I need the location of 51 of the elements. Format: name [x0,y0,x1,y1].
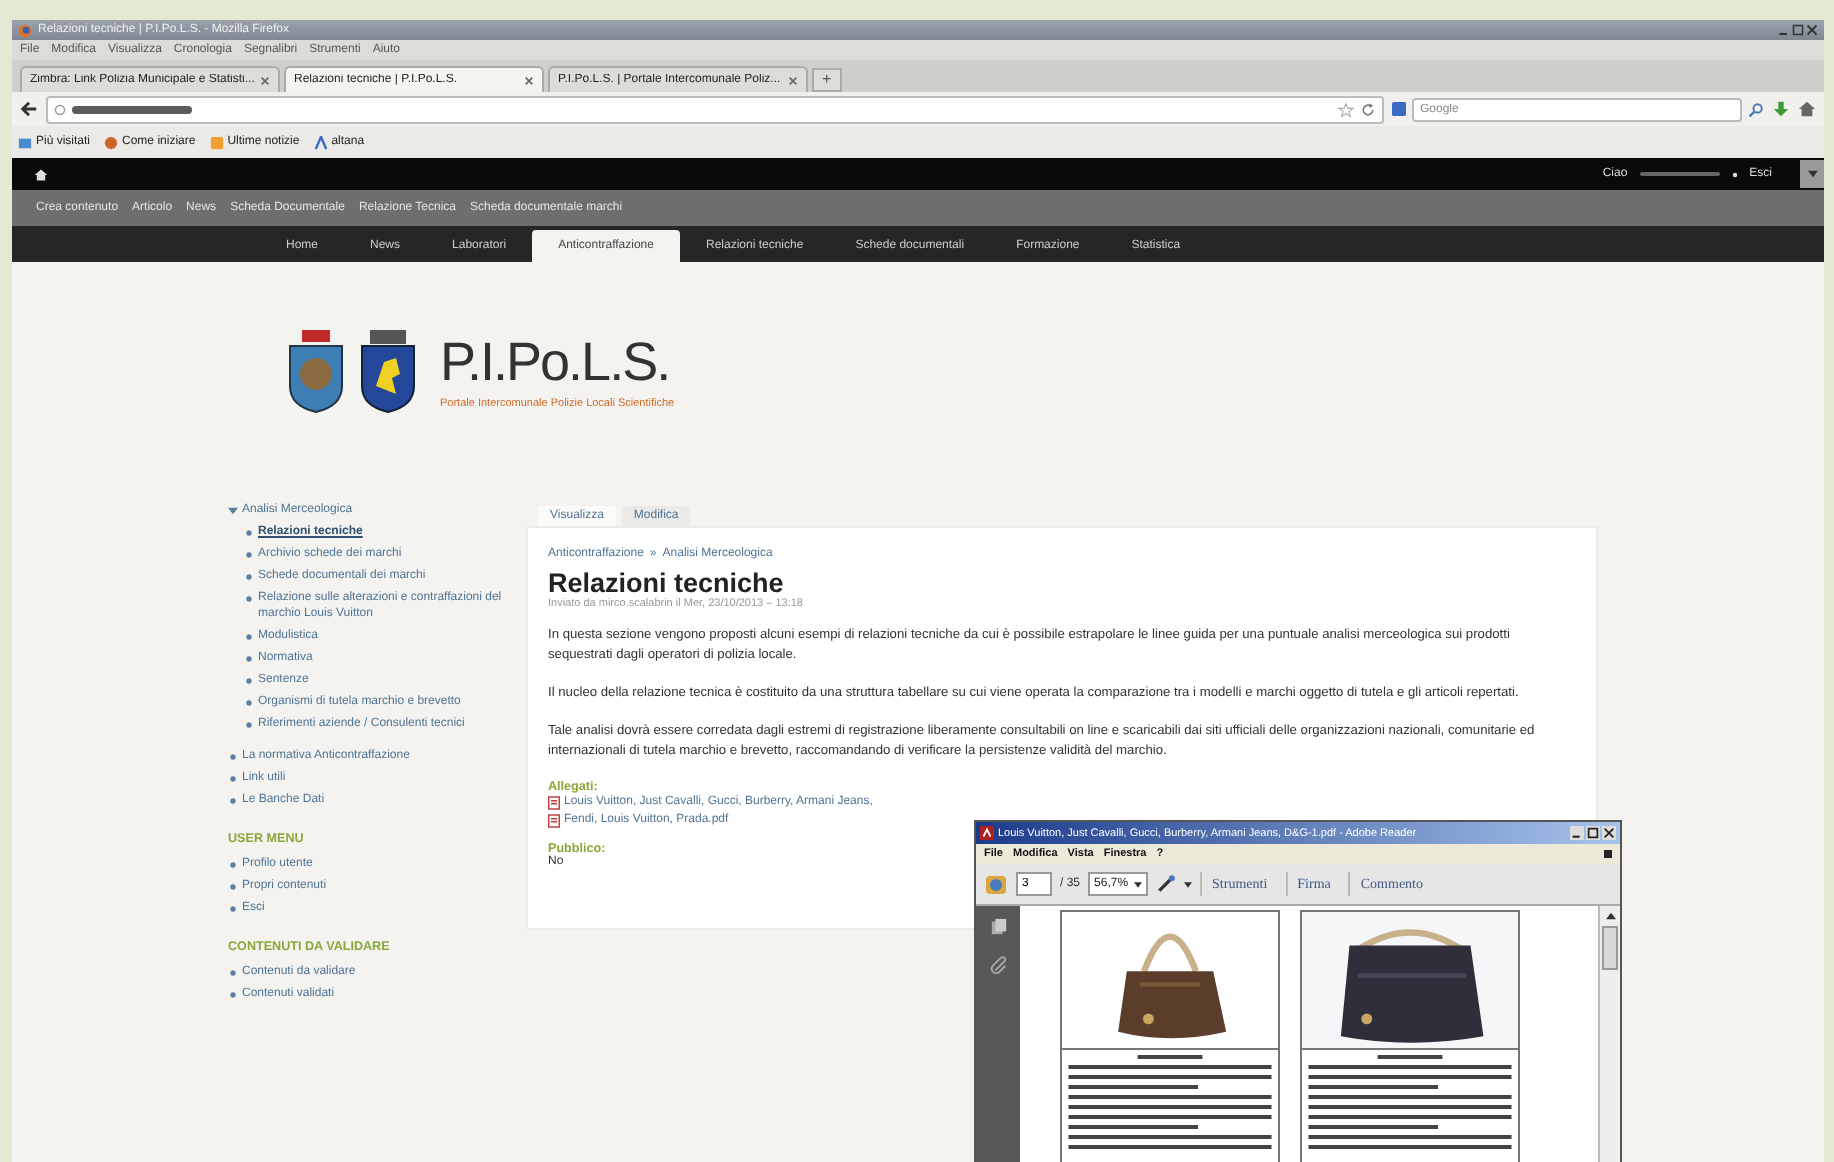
bullet-icon [244,675,254,685]
page-title: Relazioni tecniche [548,568,786,598]
bullet-icon [228,903,238,913]
bullet-icon [228,859,238,869]
bullet-icon [244,549,254,559]
bullet-icon [1731,171,1738,177]
bullet-icon [228,773,238,783]
maximize-icon[interactable] [1586,826,1600,840]
site-name: P.I.Po.L.S. [440,331,672,393]
search-icon[interactable] [1748,101,1764,117]
bullet-icon [228,989,238,999]
pdf-file-icon [548,796,560,810]
close-icon[interactable] [1602,826,1616,840]
home-icon[interactable] [34,167,48,181]
scrollbar[interactable] [1598,906,1620,1162]
bullet-icon [244,653,254,663]
bullet-icon [244,719,254,729]
back-icon[interactable] [20,100,38,118]
scroll-up-icon[interactable] [1605,912,1615,920]
expanded-arrow-icon[interactable] [228,505,238,515]
bullet-icon [228,795,238,805]
caret-icon [1807,170,1817,178]
pdf-file-icon [548,814,560,828]
redacted-text-drawing [72,103,192,115]
bullet-icon [228,881,238,891]
bullet-icon [244,631,254,641]
bullet-icon [244,571,254,581]
coat-of-arms-icon [356,326,420,414]
star-icon[interactable] [1338,101,1354,117]
dropdown-button[interactable] [1800,160,1824,188]
new-tab-button[interactable]: + [812,68,842,92]
caret-icon [1134,881,1143,887]
bullet-icon [244,697,254,707]
caret-icon[interactable] [1184,881,1193,887]
bullet-icon [244,527,254,537]
bookmark-folder-icon [18,135,32,149]
minimize-icon[interactable] [1570,826,1584,840]
scroll-thumb[interactable] [1602,926,1618,970]
browser-logo-icon [18,23,32,37]
reload-icon[interactable] [1360,101,1376,117]
letter-a-icon [313,135,328,149]
download-icon[interactable] [1772,100,1790,118]
coat-of-arms-icon [284,326,348,414]
bullet-icon [228,967,238,977]
pdf-app-icon [980,826,994,840]
paperclip-icon[interactable] [989,956,1007,974]
bullet-icon [244,593,254,603]
close-icon[interactable] [524,75,534,85]
pages-icon[interactable] [989,918,1007,936]
bullet-icon [228,751,238,761]
address-field[interactable] [46,95,1384,123]
